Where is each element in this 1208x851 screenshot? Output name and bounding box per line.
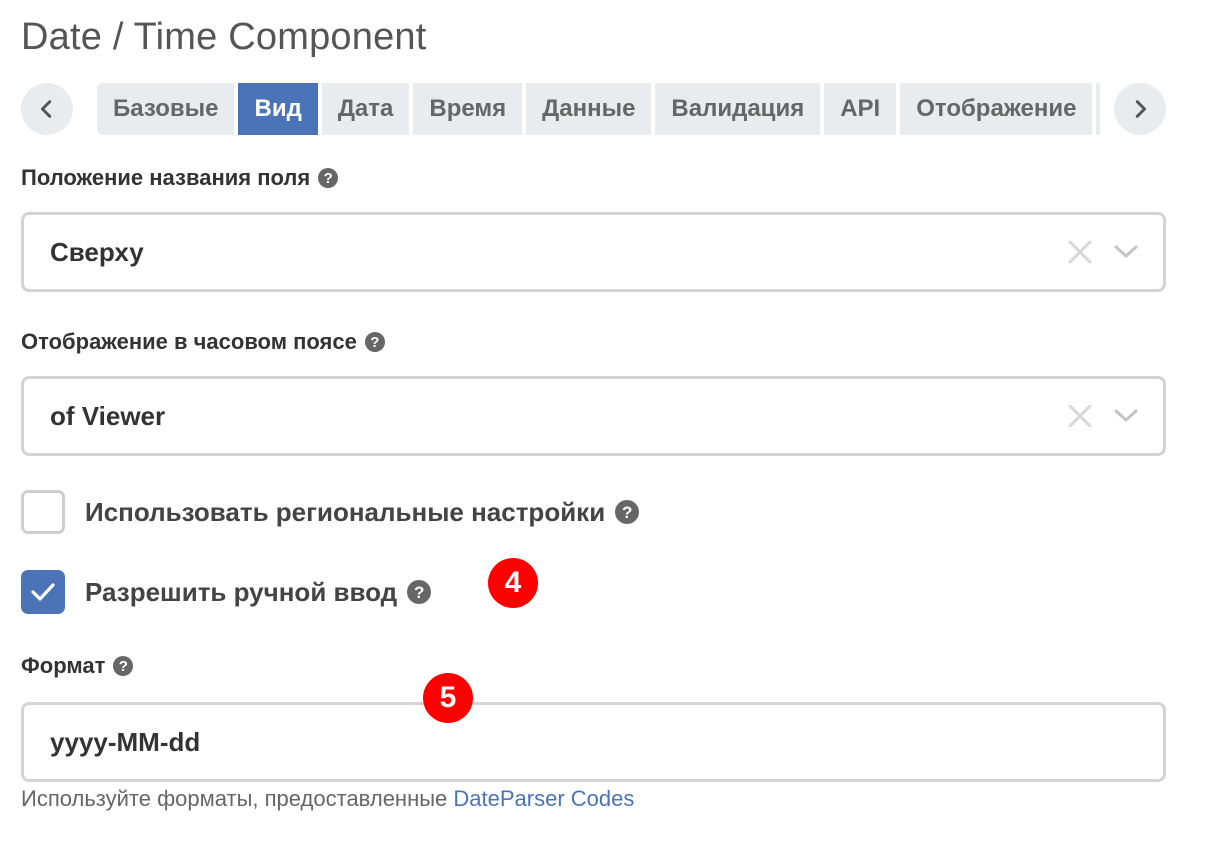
format-hint-text: Используйте форматы, предоставленные (21, 786, 454, 811)
tabs-prev-button[interactable] (21, 83, 73, 135)
format-input[interactable] (21, 702, 1166, 782)
use-locale-label-text: Использовать региональные настройки (85, 496, 606, 527)
tabs-next-button[interactable] (1114, 83, 1166, 135)
annotation-badge-4: 4 (488, 558, 538, 608)
use-locale-row: Использовать региональные настройки ? (21, 490, 640, 534)
allow-input-checkbox[interactable] (21, 570, 65, 614)
help-icon[interactable]: ? (113, 656, 134, 676)
timezone-label-text: Отображение в часовом поясе (21, 329, 357, 354)
chevron-left-icon (40, 100, 52, 118)
tab-date[interactable]: Дата (321, 83, 410, 135)
tab-display[interactable]: Вид (238, 83, 318, 135)
tabs-bar: Базовые Вид Дата Время Данные Валидация … (97, 83, 1100, 135)
tab-overflow[interactable] (1096, 83, 1100, 135)
tab-data[interactable]: Данные (526, 83, 652, 135)
tab-validation[interactable]: Валидация (655, 83, 821, 135)
chevron-down-icon[interactable] (1113, 405, 1139, 427)
label-position-label-text: Положение названия поля (21, 165, 311, 190)
format-label-text: Формат (21, 653, 106, 678)
help-icon[interactable]: ? (407, 580, 432, 604)
use-locale-label: Использовать региональные настройки ? (85, 496, 640, 528)
label-position-label: Положение названия поля ? (21, 165, 339, 191)
help-icon[interactable]: ? (318, 168, 339, 188)
annotation-badge-5: 5 (423, 673, 473, 723)
use-locale-checkbox[interactable] (21, 490, 65, 534)
label-position-select[interactable]: Сверху (21, 212, 1166, 292)
chevron-right-icon (1135, 100, 1147, 118)
page-title: Date / Time Component (21, 16, 427, 58)
dateparser-codes-link[interactable]: DateParser Codes (453, 786, 634, 811)
format-hint: Используйте форматы, предоставленные Dat… (21, 786, 634, 812)
format-label: Формат ? (21, 653, 134, 679)
date-time-component-settings: Date / Time Component Базовые Вид Дата В… (0, 0, 1208, 851)
timezone-value: of Viewer (50, 401, 166, 431)
allow-input-label-text: Разрешить ручной ввод (85, 576, 398, 607)
allow-input-row: Разрешить ручной ввод ? (21, 570, 432, 614)
help-icon[interactable]: ? (615, 500, 640, 524)
tab-api[interactable]: API (824, 83, 897, 135)
close-icon[interactable] (1067, 239, 1093, 265)
help-icon[interactable]: ? (364, 332, 385, 352)
tab-time[interactable]: Время (413, 83, 523, 135)
timezone-select[interactable]: of Viewer (21, 376, 1166, 456)
checkmark-icon (31, 583, 55, 601)
chevron-down-icon[interactable] (1113, 241, 1139, 263)
close-icon[interactable] (1067, 403, 1093, 429)
timezone-label: Отображение в часовом поясе ? (21, 329, 385, 355)
label-position-value: Сверху (50, 237, 144, 267)
tab-basic[interactable]: Базовые (97, 83, 235, 135)
allow-input-label: Разрешить ручной ввод ? (85, 576, 432, 608)
tab-rendering[interactable]: Отображение (900, 83, 1093, 135)
